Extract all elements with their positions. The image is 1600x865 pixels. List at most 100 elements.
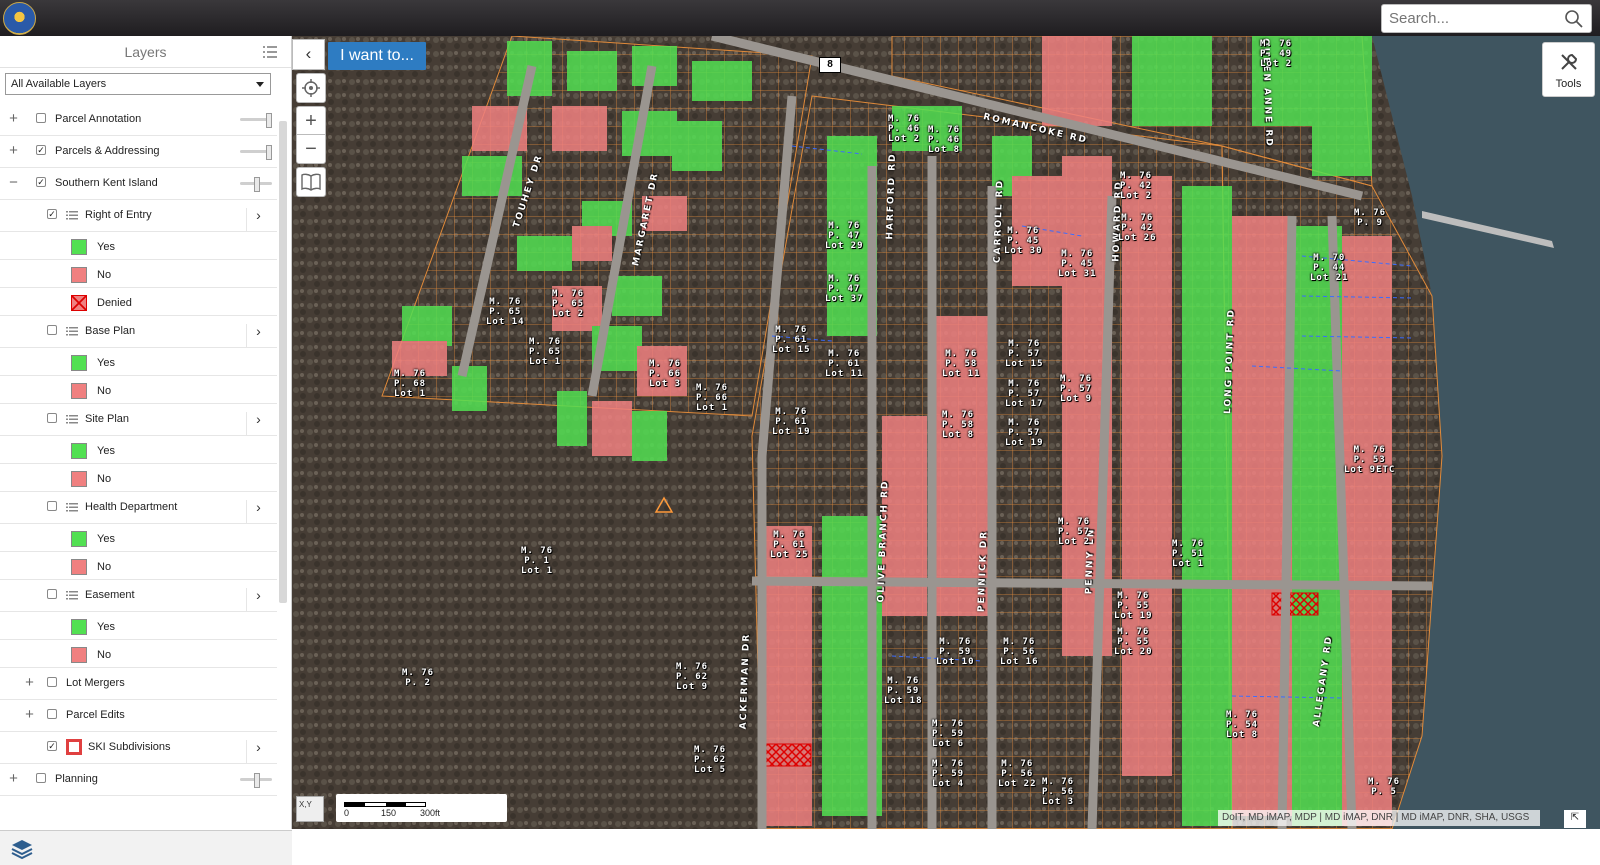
- lot-label: M. 76 P. 42 Lot 2: [1120, 171, 1153, 201]
- chevron-right-icon[interactable]: ›: [246, 588, 270, 612]
- lot-label: M. 76 P. 59 Lot 6: [932, 719, 965, 749]
- lot-label: M. 76 P. 51 Lot 1: [1172, 539, 1205, 569]
- sublayer-checkbox[interactable]: ✓: [47, 741, 57, 751]
- layer-checkbox[interactable]: ✓: [36, 177, 46, 187]
- arrow-icon: ⇱: [1570, 812, 1580, 823]
- opacity-slider[interactable]: [240, 145, 272, 160]
- legend-item: No: [0, 464, 277, 492]
- i-want-to-button[interactable]: I want to...: [328, 42, 426, 70]
- panel-title-text: Layers: [124, 44, 167, 60]
- legend-label: No: [97, 269, 112, 281]
- layer-checkbox[interactable]: ✓: [36, 145, 46, 155]
- magnifier-icon[interactable]: [1565, 10, 1583, 28]
- lot-label: M. 76 P. 55 Lot 20: [1114, 627, 1153, 657]
- xy-coordinates-button[interactable]: X,Y: [296, 796, 324, 822]
- layer-row-parcels-addressing: + ✓ Parcels & Addressing: [0, 136, 277, 168]
- scale-end: 300ft: [420, 808, 441, 818]
- sublayer-label: SKI Subdivisions: [88, 741, 171, 753]
- expand-icon[interactable]: +: [24, 675, 35, 690]
- scale-mid: 150: [381, 808, 397, 818]
- expand-icon[interactable]: +: [8, 111, 19, 126]
- panel-scrollbar[interactable]: [279, 121, 287, 603]
- legend-swatch-no: [71, 647, 87, 663]
- legend-list-icon: [66, 327, 78, 336]
- chevron-right-icon[interactable]: ›: [246, 500, 270, 524]
- lot-label: M. 76 P. 46 Lot 2: [888, 114, 921, 144]
- legend-swatch-yes: [71, 531, 87, 547]
- legend-swatch-yes: [71, 619, 87, 635]
- lot-label: M. 76 P. 65 Lot 14: [486, 297, 525, 327]
- lot-label: M. 76 P. 61 Lot 19: [772, 407, 811, 437]
- zoom-in-button[interactable]: +: [296, 106, 326, 136]
- lot-label: M. 76 P. 57 Lot 2: [1058, 517, 1091, 547]
- expand-map-button[interactable]: ⇱: [1564, 810, 1586, 828]
- expand-icon[interactable]: +: [8, 143, 19, 158]
- chevron-right-icon[interactable]: ›: [246, 412, 270, 436]
- zoom-out-button[interactable]: −: [296, 134, 326, 164]
- sublayer-checkbox[interactable]: [47, 677, 57, 687]
- map-attribution: DoIT, MD iMAP, MDP | MD iMAP, DNR | MD i…: [1218, 810, 1540, 826]
- expand-icon[interactable]: +: [8, 771, 19, 786]
- map-view[interactable]: ROMANCOKE RD TOUHEY DR MARGARET DR HARFO…: [292, 36, 1600, 829]
- lot-label: M. 76 P. 47 Lot 37: [825, 274, 864, 304]
- lot-label: M. 76 P. 58 Lot 11: [942, 349, 981, 379]
- tools-button[interactable]: Tools: [1542, 42, 1595, 97]
- county-seal-icon[interactable]: [3, 2, 36, 35]
- route-shield: 8: [819, 57, 841, 73]
- scale-bar: 0 150 300ft: [336, 794, 507, 822]
- search-box[interactable]: [1381, 4, 1592, 33]
- lot-label: M. 76 P. 59 Lot 10: [936, 637, 975, 667]
- lot-label: M. 76 P. 61 Lot 15: [772, 325, 811, 355]
- xy-label: X,Y: [299, 800, 312, 809]
- sublayer-label: Right of Entry: [85, 209, 152, 221]
- sublayer-checkbox[interactable]: [47, 709, 57, 719]
- sublayer-checkbox[interactable]: [47, 325, 57, 335]
- lot-label: M. 76 P. 5: [1368, 777, 1401, 797]
- collapse-icon[interactable]: −: [8, 175, 19, 190]
- sublayer-checkbox[interactable]: [47, 589, 57, 599]
- legend-swatch-no: [71, 383, 87, 399]
- lot-label: M. 76 P. 1 Lot 1: [521, 546, 554, 576]
- search-input[interactable]: [1382, 5, 1552, 32]
- lot-label: M. 76 P. 49 Lot 2: [1260, 39, 1293, 69]
- opacity-slider[interactable]: [240, 113, 272, 128]
- lot-label: M. 76 P. 45 Lot 31: [1058, 249, 1097, 279]
- scale-bar-graphic: [344, 802, 426, 807]
- legend-item: Yes: [0, 524, 277, 552]
- lot-label: M. 76 P. 55 Lot 19: [1114, 591, 1153, 621]
- layer-filter-select[interactable]: All Available Layers: [5, 73, 271, 95]
- tools-label: Tools: [1555, 78, 1582, 90]
- legend-swatch-outline: [66, 739, 82, 755]
- legend-item: Denied: [0, 288, 277, 316]
- collapse-panel-button[interactable]: ‹: [292, 39, 325, 70]
- layers-stack-icon[interactable]: [10, 837, 34, 861]
- lot-label: M. 76 P. 68 Lot 1: [394, 369, 427, 399]
- lot-label: M. 76 P. 56 Lot 3: [1042, 777, 1075, 807]
- sublayer-checkbox[interactable]: ✓: [47, 209, 57, 219]
- legend-list-icon: [66, 415, 78, 424]
- sublayer-row-parcel-edits: + Parcel Edits: [0, 700, 277, 732]
- layer-checkbox[interactable]: [36, 113, 46, 123]
- lot-label: M. 76 P. 57 Lot 15: [1005, 339, 1044, 369]
- top-bar: [0, 0, 1600, 36]
- expand-icon[interactable]: +: [24, 707, 35, 722]
- sublayer-checkbox[interactable]: [47, 413, 57, 423]
- chevron-right-icon[interactable]: ›: [246, 740, 270, 764]
- legend-label: No: [97, 385, 112, 397]
- lot-label: M. 76 P. 9: [1354, 208, 1387, 228]
- opacity-slider[interactable]: [240, 773, 272, 788]
- sublayer-checkbox[interactable]: [47, 501, 57, 511]
- panel-title: Layers: [0, 36, 291, 68]
- panel-footer: [0, 830, 292, 865]
- layer-checkbox[interactable]: [36, 773, 46, 783]
- lot-label: M. 76 P. 65 Lot 1: [529, 337, 562, 367]
- opacity-slider[interactable]: [240, 177, 272, 192]
- sublayer-label: Health Department: [85, 501, 178, 513]
- list-options-icon[interactable]: [263, 46, 277, 58]
- locate-button[interactable]: [296, 73, 326, 103]
- legend-item: No: [0, 260, 277, 288]
- chevron-right-icon[interactable]: ›: [246, 208, 270, 232]
- legend-swatch-denied: [71, 295, 87, 311]
- bookmarks-button[interactable]: [296, 167, 326, 197]
- chevron-right-icon[interactable]: ›: [246, 324, 270, 348]
